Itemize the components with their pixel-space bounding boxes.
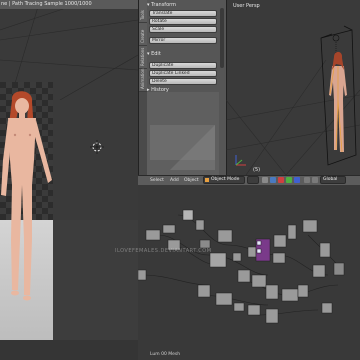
3d-cursor-icon[interactable] xyxy=(90,140,104,154)
tool-shelf-scrollbar[interactable] xyxy=(220,8,224,68)
delete-button[interactable]: Delete xyxy=(149,78,217,85)
viewport-footer xyxy=(0,340,138,360)
mirror-button[interactable]: Mirror xyxy=(149,37,217,44)
scale-button[interactable]: Scale xyxy=(149,26,217,33)
edit-panel-header[interactable]: ▾ Edit xyxy=(147,50,219,58)
menu-object[interactable]: Object xyxy=(184,178,199,183)
transform-panel-header[interactable]: ▾ Transform xyxy=(147,1,219,9)
object-mode-icon xyxy=(205,178,209,182)
layer-icon[interactable] xyxy=(312,177,318,183)
rotate-manipulator-icon[interactable] xyxy=(286,177,292,183)
pivot-icon[interactable] xyxy=(262,177,268,183)
layer-icon[interactable] xyxy=(304,177,310,183)
tab-relations[interactable]: Relations xyxy=(139,46,147,69)
viewport-shading-button[interactable] xyxy=(247,176,259,184)
node-graph[interactable] xyxy=(138,185,360,360)
duplicate-linked-button[interactable]: Duplicate Linked xyxy=(149,70,217,77)
persp-scene xyxy=(226,25,360,175)
translate-manipulator-icon[interactable] xyxy=(278,177,284,183)
frame-number: (5) xyxy=(253,167,261,173)
menu-select[interactable]: Select xyxy=(150,178,164,183)
watermark-shape xyxy=(150,125,215,170)
tab-label: Create xyxy=(140,29,145,43)
manipulator-icon[interactable] xyxy=(270,177,276,183)
translate-button[interactable]: Translate xyxy=(149,10,217,17)
mode-selector[interactable]: Object Mode xyxy=(203,176,245,184)
tab-tools[interactable]: Tools xyxy=(139,0,147,23)
menu-add[interactable]: Add xyxy=(170,178,179,183)
tab-label: Animation xyxy=(140,68,145,89)
transform-orientation-select[interactable]: Global xyxy=(320,176,346,184)
watermark-text: ILOVEFEMALES.DEVIANTART.COM xyxy=(115,248,212,254)
viewport-title: User Persp xyxy=(233,3,260,9)
mode-label: Object Mode xyxy=(211,177,240,182)
tab-create[interactable]: Create xyxy=(139,23,147,46)
node-editor-footer: Lum 00 Mesh xyxy=(150,352,181,357)
rotate-button[interactable]: Rotate xyxy=(149,18,217,25)
tab-label: Relations xyxy=(140,47,145,66)
render-status-header: ne | Path Tracing Sample 1000/1000 xyxy=(0,0,138,9)
tab-animation[interactable]: Animation xyxy=(139,69,147,92)
duplicate-button[interactable]: Duplicate xyxy=(149,62,217,69)
rendered-figure xyxy=(1,91,52,301)
scale-manipulator-icon[interactable] xyxy=(294,177,300,183)
tab-label: Tools xyxy=(140,10,145,20)
